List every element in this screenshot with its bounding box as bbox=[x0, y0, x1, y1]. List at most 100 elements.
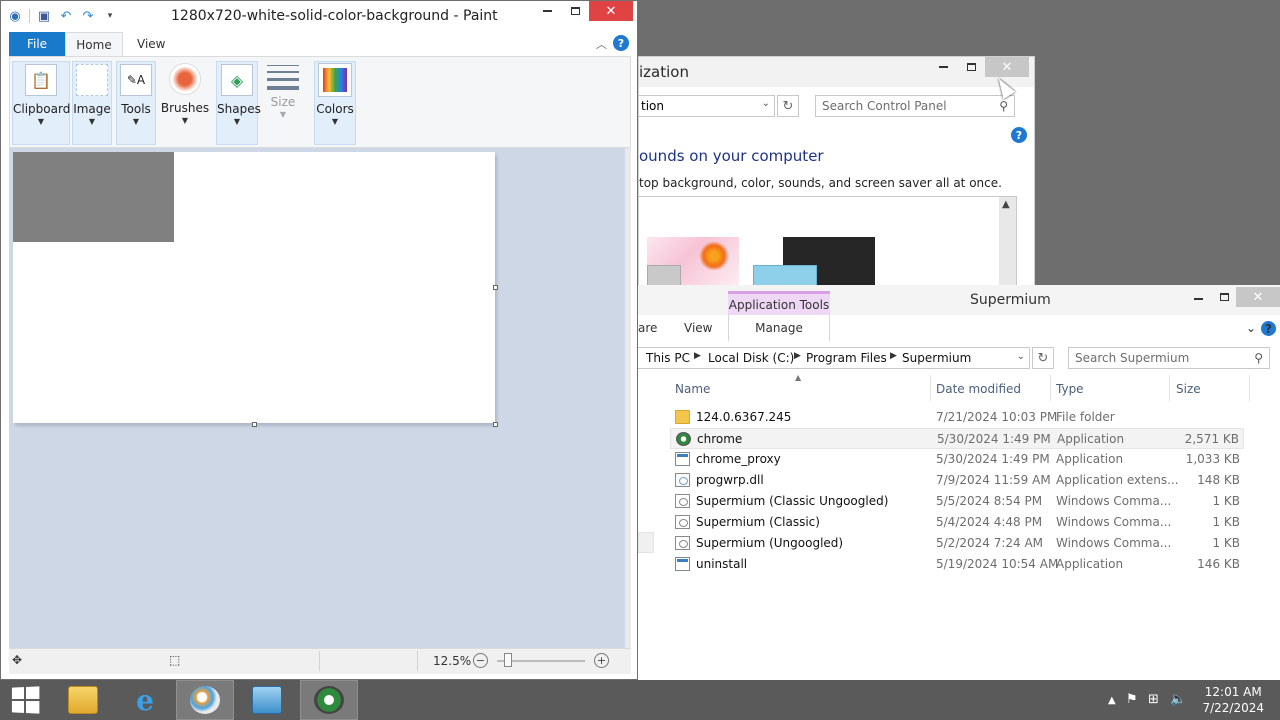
file-row[interactable]: progwrp.dll 7/9/2024 11:59 AM Applicatio… bbox=[670, 470, 1244, 491]
tab-manage[interactable]: Manage bbox=[728, 315, 830, 341]
quick-access-toolbar: ◉ ▣ ↶ ↷ ▾ bbox=[7, 8, 118, 24]
shapes-group[interactable]: ◈ Shapes ▼ bbox=[216, 61, 261, 145]
expand-ribbon-icon[interactable]: ⌄ bbox=[1246, 321, 1256, 335]
explorer-maximize-button[interactable] bbox=[1210, 287, 1238, 307]
breadcrumb-this-pc[interactable]: This PC bbox=[646, 351, 690, 365]
breadcrumb-separator-icon[interactable]: ▶ bbox=[694, 351, 701, 361]
column-header-type[interactable]: Type bbox=[1056, 382, 1084, 396]
control-panel-search-input[interactable]: Search Control Panel ⚲ bbox=[815, 95, 1015, 117]
breadcrumb-program-files[interactable]: Program Files bbox=[806, 351, 887, 365]
tab-share[interactable]: are bbox=[638, 321, 657, 335]
file-row[interactable]: uninstall 5/19/2024 10:54 AM Application… bbox=[670, 554, 1244, 575]
paint-close-button[interactable]: ✕ bbox=[589, 1, 633, 21]
control-panel-refresh-button[interactable]: ↻ bbox=[777, 95, 799, 117]
clock-time: 12:01 AM bbox=[1204, 685, 1262, 699]
toolbar-divider bbox=[29, 9, 30, 23]
dropdown-arrow-icon: ▼ bbox=[233, 117, 241, 126]
control-panel-help-icon[interactable]: ? bbox=[1011, 127, 1027, 143]
file-row[interactable]: Supermium (Classic) 5/4/2024 4:48 PM Win… bbox=[670, 512, 1244, 533]
taskbar-internet-explorer[interactable]: e bbox=[116, 680, 174, 720]
tab-file[interactable]: File bbox=[9, 32, 65, 56]
drawing-canvas[interactable] bbox=[13, 152, 495, 423]
resize-handle-right[interactable] bbox=[493, 285, 498, 290]
dropdown-arrow-icon: ▼ bbox=[181, 116, 189, 125]
sort-ascending-icon: ▲ bbox=[795, 373, 802, 382]
file-name: Supermium (Classic) bbox=[696, 515, 820, 529]
breadcrumb-separator-icon[interactable]: ▶ bbox=[890, 351, 897, 361]
control-panel-titlebar[interactable]: ization ✕ bbox=[639, 57, 1034, 87]
file-row-selected[interactable]: chrome 5/30/2024 1:49 PM Application 2,5… bbox=[670, 428, 1244, 449]
flag-icon[interactable]: ⚑ bbox=[1126, 692, 1138, 707]
clock[interactable]: 12:01 AM 7/22/2024 bbox=[1202, 684, 1264, 716]
breadcrumb-separator-icon[interactable]: ▶ bbox=[794, 351, 801, 361]
canvas-scrollbar[interactable] bbox=[625, 148, 631, 648]
file-row[interactable]: Supermium (Classic Ungoogled) 5/5/2024 8… bbox=[670, 491, 1244, 512]
paint-maximize-button[interactable] bbox=[561, 1, 589, 21]
customize-toolbar-icon[interactable]: ▾ bbox=[102, 8, 118, 24]
explorer-minimize-button[interactable] bbox=[1184, 289, 1212, 309]
network-icon[interactable]: ⊞ bbox=[1148, 692, 1159, 707]
column-divider[interactable] bbox=[930, 375, 931, 401]
theme-gallery-scrollbar[interactable]: ▲ bbox=[999, 197, 1016, 293]
column-divider[interactable] bbox=[1050, 375, 1051, 401]
explorer-help-icon[interactable]: ? bbox=[1261, 321, 1276, 336]
column-divider[interactable] bbox=[1249, 375, 1250, 401]
column-header-date-modified[interactable]: Date modified bbox=[936, 382, 1021, 396]
volume-icon[interactable]: 🔈 bbox=[1170, 692, 1186, 707]
taskbar-file-explorer[interactable] bbox=[54, 680, 112, 720]
tab-view[interactable]: View bbox=[684, 321, 712, 335]
undo-icon[interactable]: ↶ bbox=[58, 8, 74, 24]
zoom-slider-thumb[interactable] bbox=[504, 653, 513, 667]
scroll-up-icon[interactable]: ▲ bbox=[1002, 199, 1010, 210]
resize-handle-corner[interactable] bbox=[493, 422, 498, 427]
gray-rectangle bbox=[13, 152, 174, 242]
paint-titlebar[interactable]: ◉ ▣ ↶ ↷ ▾ 1280x720-white-solid-color-bac… bbox=[1, 1, 637, 31]
paint-minimize-button[interactable] bbox=[533, 1, 561, 21]
control-panel-close-button[interactable]: ✕ bbox=[985, 57, 1029, 77]
size-group: Size ▼ bbox=[262, 61, 304, 145]
minimize-ribbon-icon[interactable]: ︿ bbox=[596, 36, 607, 52]
tools-label: Tools bbox=[121, 102, 151, 116]
explorer-titlebar[interactable]: Application Tools Supermium ✕ bbox=[638, 285, 1280, 317]
tools-group[interactable]: ✎A Tools ▼ bbox=[116, 61, 156, 145]
clipboard-group[interactable]: 📋 Clipboard ▼ bbox=[12, 61, 70, 145]
navigation-pane-edge[interactable] bbox=[638, 532, 654, 553]
control-panel-address-bar[interactable]: tion ⌄ bbox=[639, 95, 775, 117]
paint-app-icon[interactable]: ◉ bbox=[7, 8, 23, 24]
breadcrumb-supermium[interactable]: Supermium bbox=[902, 351, 971, 365]
column-header-size[interactable]: Size bbox=[1176, 382, 1201, 396]
explorer-refresh-button[interactable]: ↻ bbox=[1032, 347, 1054, 369]
tab-home[interactable]: Home bbox=[65, 32, 123, 57]
explorer-search-input[interactable]: Search Supermium ⚲ bbox=[1068, 347, 1270, 369]
breadcrumb-local-disk[interactable]: Local Disk (C:) bbox=[708, 351, 794, 365]
zoom-in-button[interactable]: + bbox=[594, 653, 609, 668]
tab-view[interactable]: View bbox=[137, 37, 165, 51]
file-row[interactable]: Supermium (Ungoogled) 5/2/2024 7:24 AM W… bbox=[670, 533, 1244, 554]
chevron-down-icon[interactable]: ⌄ bbox=[762, 98, 770, 109]
resize-handle-bottom[interactable] bbox=[252, 422, 257, 427]
column-header-name[interactable]: Name bbox=[675, 382, 710, 396]
explorer-close-button[interactable]: ✕ bbox=[1236, 287, 1280, 307]
save-icon[interactable]: ▣ bbox=[36, 8, 52, 24]
taskbar-paint[interactable] bbox=[176, 680, 234, 720]
taskbar-supermium[interactable] bbox=[300, 680, 358, 720]
paint-help-icon[interactable]: ? bbox=[613, 35, 629, 51]
chevron-down-icon[interactable]: ⌄ bbox=[1017, 351, 1025, 362]
control-panel-minimize-button[interactable] bbox=[929, 57, 957, 77]
brushes-group[interactable]: Brushes ▼ bbox=[160, 61, 210, 145]
column-divider[interactable] bbox=[1169, 375, 1170, 401]
zoom-out-button[interactable]: − bbox=[473, 653, 488, 668]
colors-group[interactable]: Colors ▼ bbox=[314, 61, 356, 145]
file-row[interactable]: chrome_proxy 5/30/2024 1:49 PM Applicati… bbox=[670, 449, 1244, 470]
cmd-icon bbox=[675, 494, 690, 508]
start-button[interactable] bbox=[0, 680, 50, 720]
image-group[interactable]: Image ▼ bbox=[72, 61, 112, 145]
paint-ribbon: 📋 Clipboard ▼ Image ▼ ✎A Tools ▼ Brushes… bbox=[9, 56, 631, 148]
canvas-workspace[interactable] bbox=[9, 148, 631, 648]
redo-icon[interactable]: ↷ bbox=[80, 8, 96, 24]
taskbar-control-panel[interactable] bbox=[238, 680, 296, 720]
control-panel-maximize-button[interactable] bbox=[957, 57, 985, 77]
explorer-address-bar[interactable]: This PC ▶ Local Disk (C:) ▶ Program File… bbox=[638, 347, 1030, 369]
show-hidden-icons-icon[interactable]: ▲ bbox=[1108, 695, 1116, 706]
file-row[interactable]: 124.0.6367.245 7/21/2024 10:03 PM File f… bbox=[670, 407, 1244, 428]
